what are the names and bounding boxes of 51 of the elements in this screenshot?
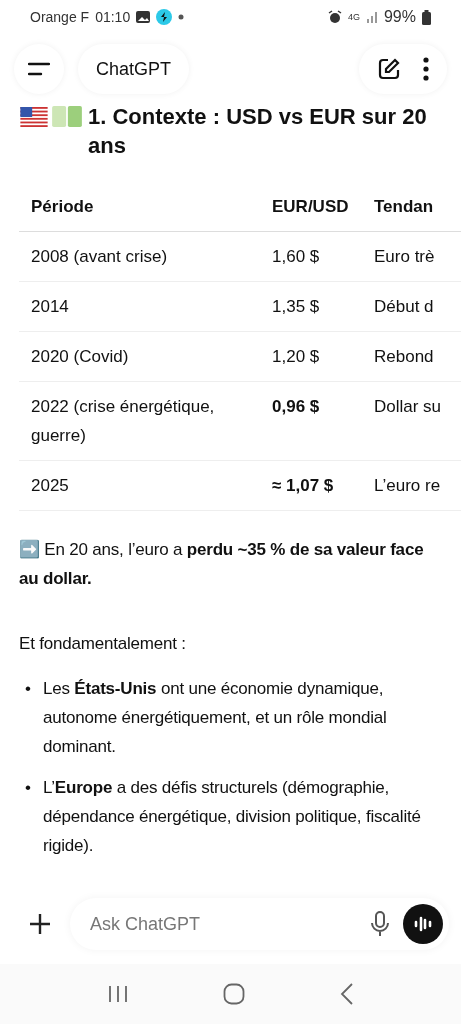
table-cell: ≈ 1,07 $ — [260, 461, 362, 511]
column-header: Période — [19, 182, 260, 232]
table-cell: Euro trè — [362, 232, 461, 282]
table-cell: 1,60 $ — [260, 232, 362, 282]
carrier-name: Orange F — [30, 9, 90, 25]
menu-icon — [28, 62, 50, 76]
table-cell: 2008 (avant crise) — [19, 232, 260, 282]
table-cell: Rebond — [362, 332, 461, 382]
section-heading: 1. Contexte : USD vs EUR sur 20 ans — [88, 103, 428, 160]
bullet-marker: • — [25, 777, 31, 799]
clock: 01:10 — [95, 9, 131, 25]
table-cell: 1,20 $ — [260, 332, 362, 382]
table-cell: 2014 — [19, 282, 260, 332]
model-selector[interactable]: ChatGPT — [78, 44, 190, 94]
flag-icon — [19, 107, 49, 127]
column-header: Tendan — [362, 182, 461, 232]
table-cell: Début d — [362, 282, 461, 332]
microphone-icon[interactable] — [371, 911, 389, 937]
alarm-icon — [327, 10, 342, 24]
table-cell: 2020 (Covid) — [19, 332, 260, 382]
edit-icon — [377, 57, 401, 81]
table-cell: L’euro re — [362, 461, 461, 511]
table-cell: 2022 (crise énergétique, guerre) — [19, 382, 260, 461]
plus-icon — [29, 913, 51, 935]
column-header: EUR/USD — [260, 182, 362, 232]
battery-icon — [422, 9, 431, 25]
signal-icon — [365, 11, 378, 23]
recents-icon[interactable] — [107, 985, 128, 1003]
waveform-icon — [413, 916, 433, 932]
new-chat-button[interactable] — [377, 57, 401, 81]
table-cell: Dollar su — [362, 382, 461, 461]
bullet-text: Les États-Unis ont une économie dynamique, autonome énergétiquement, et un rôle mondial dominant. — [42, 678, 388, 758]
app-icon — [156, 9, 173, 25]
bullet-text: L’Europe a des défis structurels (démographie, dépendance énergétique, division politique, fiscalité rigide). — [42, 777, 422, 857]
table-cell: 1,35 $ — [260, 282, 362, 332]
dot-icon — [178, 14, 185, 20]
home-icon[interactable] — [222, 983, 245, 1005]
voice-button[interactable] — [403, 904, 443, 944]
summary-text: ➡ En 20 ans, l’euro a perdu ~35 % de sa valeur face au dollar. — [19, 539, 425, 590]
more-button[interactable] — [423, 57, 429, 81]
network-type: 4G — [347, 12, 360, 22]
table-cell: 0,96 $ — [260, 382, 362, 461]
bullet-marker: • — [25, 678, 31, 700]
back-icon[interactable] — [339, 983, 354, 1005]
image-icon — [136, 11, 151, 23]
intro-text: Et fondamentalement : — [19, 633, 187, 655]
message-field[interactable]: Ask ChatGPT — [88, 912, 357, 936]
more-icon — [423, 57, 429, 81]
table-cell: 2025 — [19, 461, 260, 511]
money-icon — [52, 106, 82, 127]
battery-level: 99% — [383, 8, 416, 26]
